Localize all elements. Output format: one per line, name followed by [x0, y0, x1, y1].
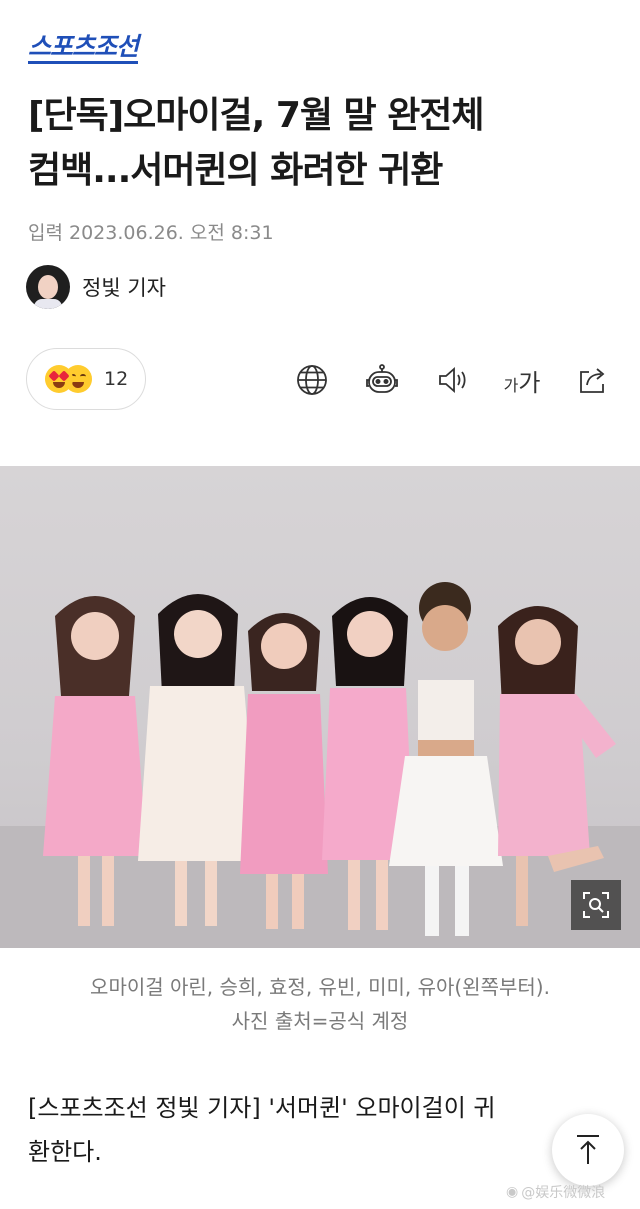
- read-aloud-button[interactable]: [430, 358, 474, 402]
- share-button[interactable]: [570, 358, 614, 402]
- reporter-name[interactable]: 정빛 기자: [82, 272, 166, 302]
- watermark: ◉ @娱乐微微浪: [506, 1182, 605, 1202]
- reporter-info[interactable]: 정빛 기자: [26, 264, 166, 310]
- speaker-icon: [439, 367, 466, 393]
- body-line-1: [스포츠조선 정빛 기자] '서머퀸' 오마이걸이 귀: [28, 1094, 496, 1122]
- photo-zoom-button[interactable]: [571, 880, 621, 930]
- summary-bot-button[interactable]: [360, 358, 404, 402]
- article-headline: [단독]오마이걸, 7월 말 완전체 컴백...서머퀸의 화려한 귀환: [28, 88, 618, 198]
- reaction-count: 12: [104, 368, 129, 390]
- photo-caption: 오마이걸 아린, 승희, 효정, 유빈, 미미, 유아(왼쪽부터). 사진 출처…: [0, 970, 640, 1038]
- publish-date: 입력 2023.06.26. 오전 8:31: [28, 222, 274, 244]
- watermark-text: @娱乐微微浪: [521, 1185, 606, 1201]
- reaction-button[interactable]: 12: [26, 348, 146, 410]
- scroll-to-top-button[interactable]: [552, 1114, 624, 1186]
- body-line-2: 환한다.: [28, 1138, 102, 1166]
- reporter-avatar[interactable]: [26, 265, 70, 309]
- zoom-search-icon: [583, 892, 609, 918]
- group-photo-image: [0, 582, 640, 948]
- brand-logo[interactable]: 스포츠조선: [28, 34, 139, 64]
- share-icon: [580, 368, 605, 393]
- arrow-up-icon: [577, 1135, 599, 1164]
- globe-icon: [297, 365, 327, 395]
- font-size-icon: 가가: [503, 368, 541, 397]
- heart-eyes-emoji-icon: [45, 365, 73, 393]
- robot-icon: [366, 364, 398, 393]
- headline-line-2: 컴백...서머퀸의 화려한 귀환: [28, 150, 443, 191]
- article-toolbar: 가가: [264, 358, 614, 402]
- translate-button[interactable]: [290, 358, 334, 402]
- weibo-icon: ◉: [506, 1184, 519, 1200]
- caption-line-2: 사진 출처=공식 계정: [231, 1009, 409, 1033]
- font-size-button[interactable]: 가가: [500, 358, 544, 402]
- headline-line-1: [단독]오마이걸, 7월 말 완전체: [28, 95, 485, 136]
- article-photo[interactable]: [0, 466, 640, 948]
- caption-line-1: 오마이걸 아린, 승희, 효정, 유빈, 미미, 유아(왼쪽부터).: [90, 975, 550, 999]
- article-body: [스포츠조선 정빛 기자] '서머퀸' 오마이걸이 귀 환한다.: [28, 1086, 588, 1174]
